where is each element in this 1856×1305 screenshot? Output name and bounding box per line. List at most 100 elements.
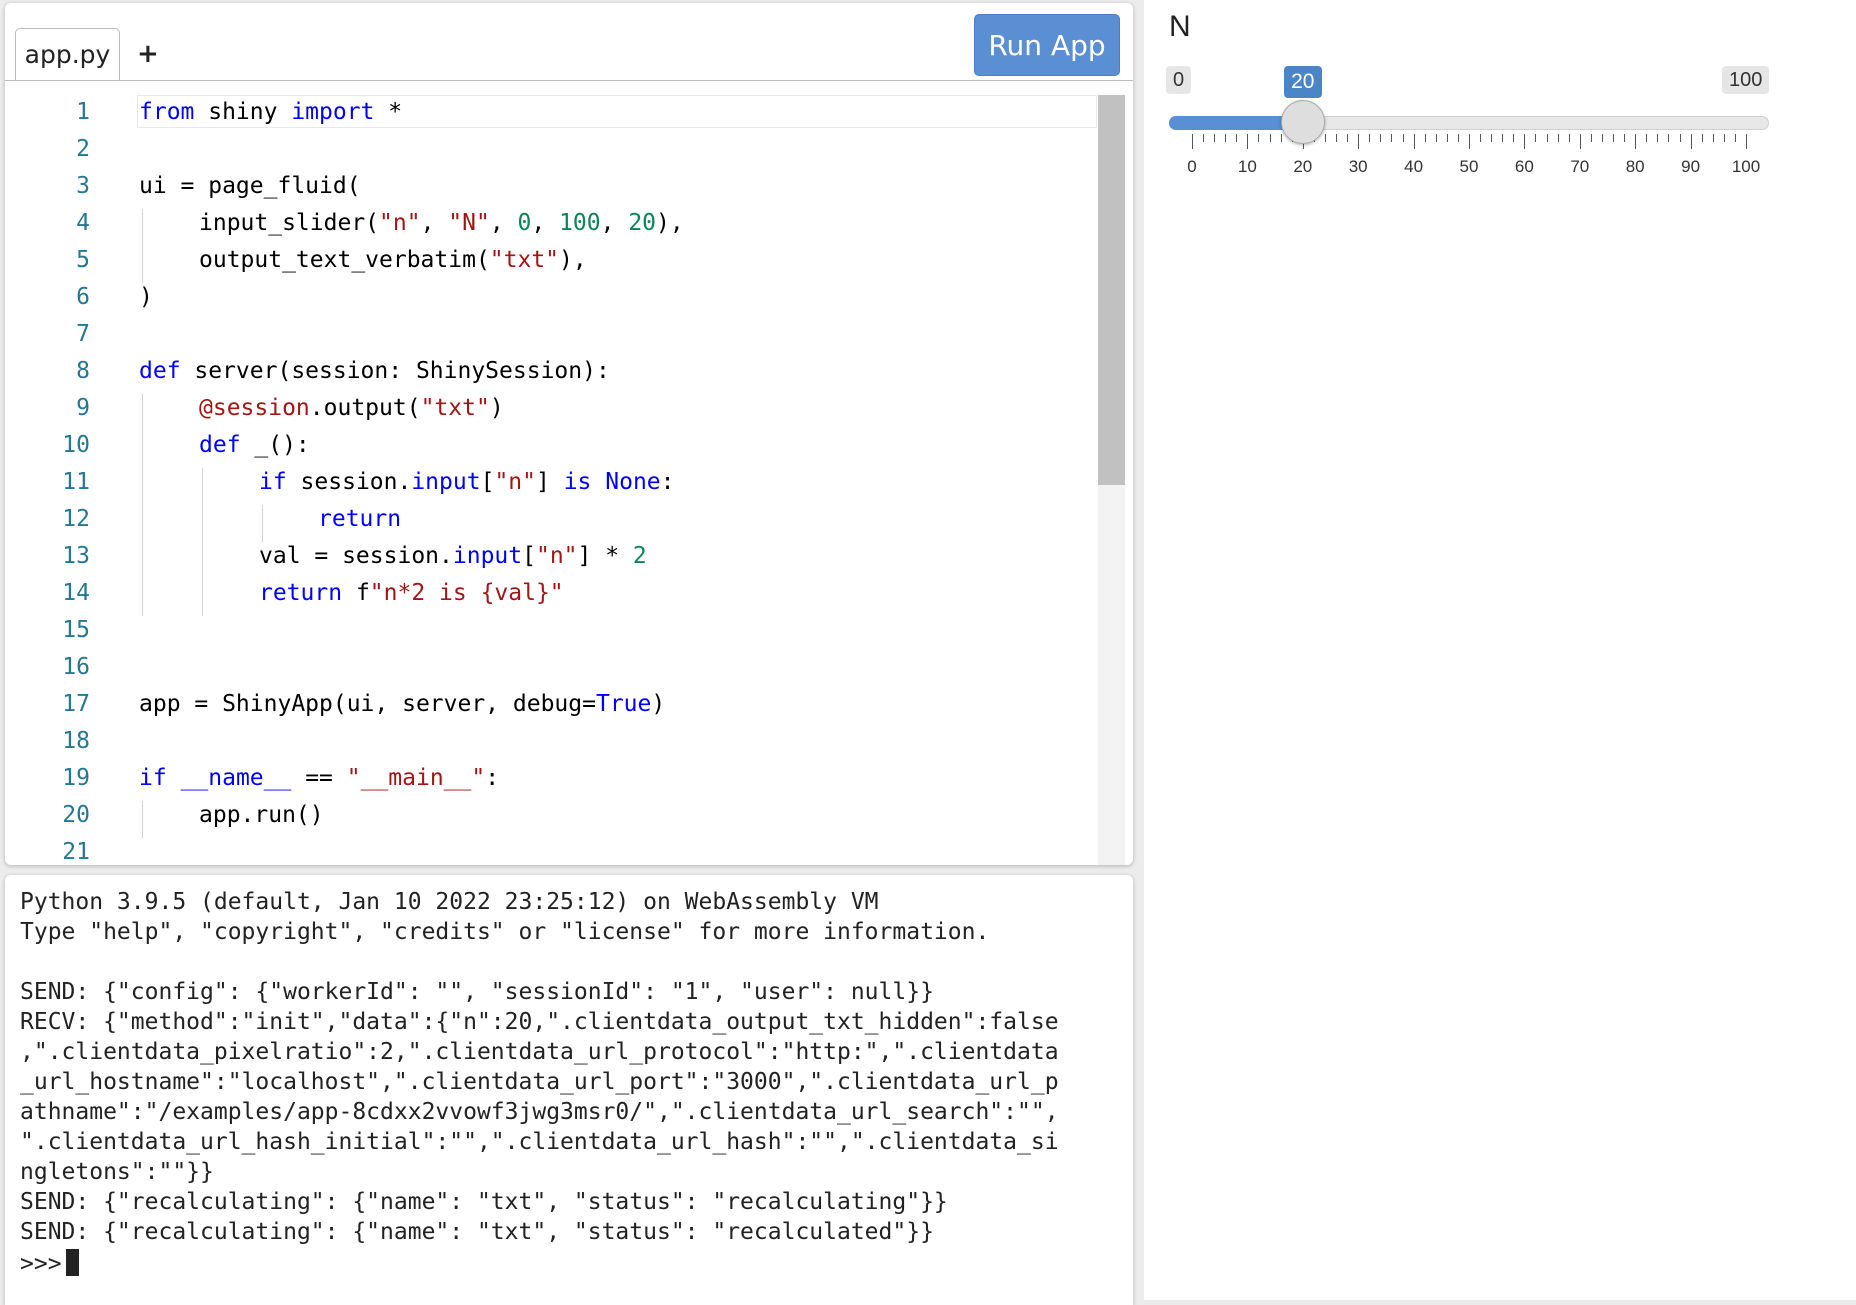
code-line-3: ui = page_fluid( [139, 173, 361, 199]
slider-minor-tick [1457, 134, 1459, 142]
indent-guide [142, 801, 143, 838]
slider-minor-tick [1402, 134, 1404, 142]
slider-major-tick [1413, 134, 1415, 149]
line-number: 8 [76, 358, 90, 384]
console-line: ".clientdata_url_hash_initial":"",".clie… [20, 1129, 1059, 1155]
slider-minor-tick [1491, 134, 1493, 142]
slider-tick-label: 20 [1293, 157, 1313, 176]
slider-major-tick [1690, 134, 1692, 149]
slider-minor-tick [1424, 134, 1426, 142]
slider-handle[interactable] [1280, 100, 1325, 144]
slider-tick-label: 40 [1404, 157, 1424, 176]
console-panel[interactable]: Python 3.9.5 (default, Jan 10 2022 23:25… [5, 875, 1133, 1305]
code-line-19: if __name__ == "__main__": [139, 765, 500, 791]
line-number: 13 [62, 543, 90, 569]
console-line: SEND: {"recalculating": {"name": "txt", … [20, 1189, 948, 1215]
code-line-11: if session.input["n"] is None: [259, 469, 675, 495]
code-editor[interactable]: 1 2 3 4 5 6 7 8 9 10 11 12 13 14 15 16 1… [5, 81, 1133, 865]
slider-minor-tick [1236, 134, 1238, 142]
slider-minor-tick [1701, 134, 1703, 142]
slider-major-tick [1746, 134, 1747, 149]
slider-minor-tick [1214, 134, 1216, 142]
slider-minor-tick [1280, 134, 1282, 142]
slider-major-tick [1635, 134, 1637, 149]
slider-value-label: 20 [1283, 66, 1322, 98]
slider-tick-label: 60 [1514, 157, 1534, 176]
line-number: 9 [76, 395, 90, 421]
line-number: 15 [62, 617, 90, 643]
slider-minor-tick [1557, 134, 1559, 142]
console-cursor [65, 1249, 79, 1276]
slider-minor-tick [1336, 134, 1338, 142]
editor-tabbar: app.py + Run App [5, 3, 1133, 83]
add-tab-button[interactable]: + [137, 39, 159, 69]
line-number: 3 [76, 173, 90, 199]
console-line: SEND: {"recalculating": {"name": "txt", … [20, 1219, 934, 1245]
line-number: 14 [62, 580, 90, 606]
line-number: 6 [76, 284, 90, 310]
code-line-8: def server(session: ShinySession): [139, 358, 610, 384]
slider-minor-tick [1613, 134, 1615, 142]
console-line: ,".clientdata_pixelratio":2,".clientdata… [20, 1039, 1059, 1065]
console-prompt-line[interactable]: >>> [20, 1249, 79, 1277]
console-line: _url_hostname":"localhost",".clientdata_… [20, 1069, 1059, 1095]
slider-minor-tick [1480, 134, 1482, 142]
editor-panel: app.py + Run App 1 2 3 4 5 6 7 8 9 10 11… [5, 3, 1133, 865]
line-number: 16 [62, 654, 90, 680]
line-number: 12 [62, 506, 90, 532]
console-line: ngletons":""}} [20, 1159, 214, 1185]
slider-max-label: 100 [1722, 66, 1770, 94]
slider-minor-tick [1203, 134, 1205, 142]
run-app-button[interactable]: Run App [974, 14, 1120, 76]
code-line-14: return f"n*2 is {val}" [259, 580, 564, 606]
indent-guide [142, 394, 143, 616]
slider-minor-tick [1590, 134, 1592, 142]
tab-app-py[interactable]: app.py [15, 28, 120, 81]
line-number: 5 [76, 247, 90, 273]
app-preview-panel: N 0 100 20 0 10 20 30 40 50 60 70 80 90 100 [1144, 0, 1856, 1300]
slider-minor-tick [1679, 134, 1681, 142]
slider-minor-tick [1601, 134, 1603, 142]
slider-minor-tick [1657, 134, 1659, 142]
slider-minor-tick [1435, 134, 1437, 142]
slider-minor-tick [1568, 134, 1570, 142]
slider-major-tick [1469, 134, 1470, 149]
line-number: 7 [76, 321, 90, 347]
slider-minor-tick [1734, 134, 1736, 142]
slider-minor-tick [1535, 134, 1537, 142]
console-line: SEND: {"config": {"workerId": "", "sessi… [20, 979, 934, 1005]
slider-minor-tick [1712, 134, 1714, 142]
indent-guide [142, 209, 143, 283]
code-line-4: input_slider("n", "N", 0, 100, 20), [199, 210, 684, 236]
slider-major-tick [1579, 134, 1581, 149]
slider-major-tick [1524, 134, 1526, 149]
console-line: RECV: {"method":"init","data":{"n":20,".… [20, 1009, 1059, 1035]
slider-tick-label: 90 [1681, 157, 1701, 176]
slider-minor-tick [1546, 134, 1548, 142]
slider-minor-tick [1646, 134, 1648, 142]
slider-minor-tick [1446, 134, 1448, 142]
slider-label: N [1169, 10, 1191, 43]
console-line: Type "help", "copyright", "credits" or "… [20, 919, 990, 945]
code-line-20: app.run() [199, 802, 324, 828]
slider-minor-tick [1369, 134, 1371, 142]
slider-min-label: 0 [1166, 66, 1192, 94]
code-line-13: val = session.input["n"] * 2 [259, 543, 647, 569]
line-number: 1 [76, 99, 90, 125]
indent-guide [202, 468, 203, 616]
slider-minor-tick [1668, 134, 1670, 142]
code-line-1: from shiny import * [139, 99, 403, 125]
slider-tick-label: 70 [1570, 157, 1590, 176]
code-line-10: def _(): [199, 432, 310, 458]
code-line-5: output_text_verbatim("txt"), [199, 247, 587, 273]
code-line-9: @session.output("txt") [199, 395, 504, 421]
slider-minor-tick [1380, 134, 1382, 142]
line-number: 4 [76, 210, 90, 236]
slider-tick-label: 80 [1625, 157, 1645, 176]
line-number: 11 [62, 469, 90, 495]
slider-minor-tick [1723, 134, 1725, 142]
line-number: 19 [62, 765, 90, 791]
editor-scrollbar-thumb[interactable] [1098, 95, 1125, 485]
slider-major-tick [1358, 134, 1360, 149]
console-line: athname":"/examples/app-8cdxx2vvowf3jwg3… [20, 1099, 1059, 1125]
